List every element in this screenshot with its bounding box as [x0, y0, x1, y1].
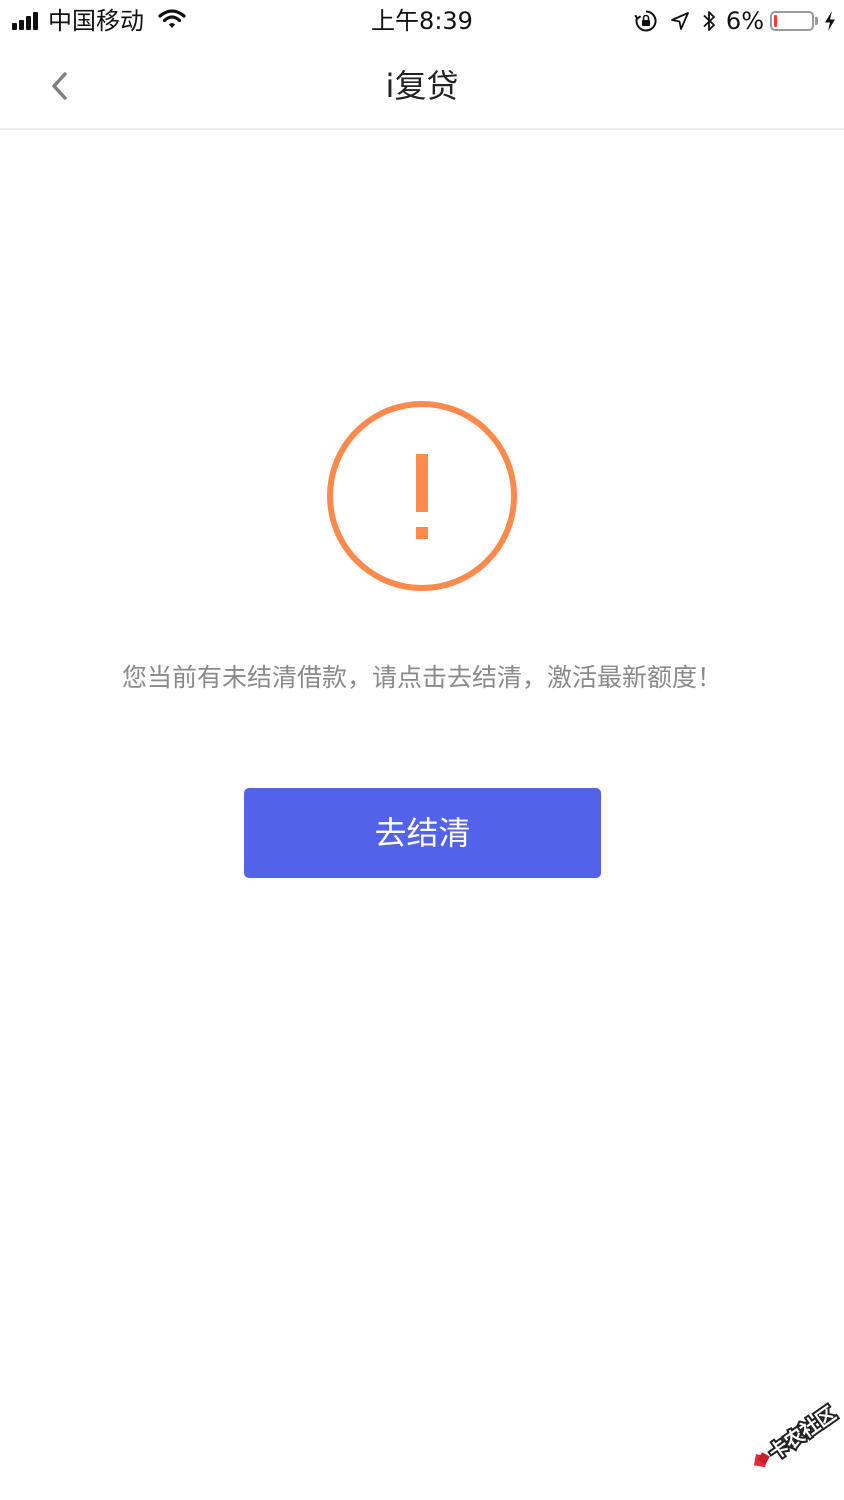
status-bar: 中国移动 上午8:39 6%: [0, 0, 844, 42]
status-right: 6%: [622, 6, 836, 36]
exclamation-circle-icon: [326, 400, 518, 592]
settle-button[interactable]: 去结清: [244, 788, 601, 878]
screen: 中国移动 上午8:39 6% i复贷 您当前有未结清借款，请点击去结清，激活最新…: [0, 0, 844, 1500]
bluetooth-icon: [702, 9, 716, 33]
svg-text:卡农社区: 卡农社区: [765, 1402, 840, 1464]
battery-fill: [774, 15, 777, 27]
battery-percent: 6%: [725, 7, 764, 35]
location-icon: [670, 11, 690, 31]
page-title: i复贷: [385, 67, 459, 105]
nav-bar: i复贷: [0, 42, 844, 130]
battery-cap: [815, 17, 818, 25]
watermark-logo: 卡农社区: [740, 1400, 842, 1480]
unsettled-loan-message: 您当前有未结清借款，请点击去结清，激活最新额度！: [121, 663, 722, 692]
battery-icon: [770, 11, 814, 31]
charging-icon: [824, 10, 836, 32]
orientation-lock-icon: [634, 9, 658, 33]
